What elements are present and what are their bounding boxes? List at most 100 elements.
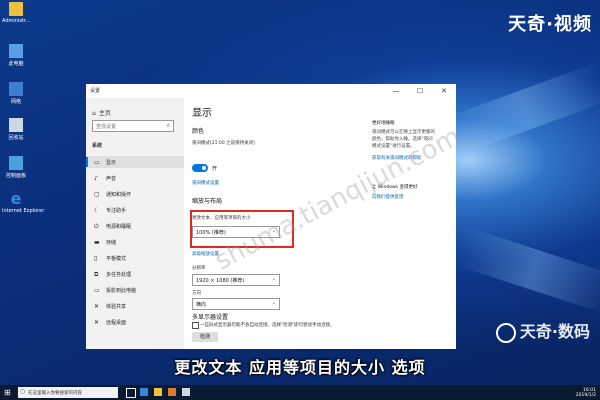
- taskbar-search-input[interactable]: ○ 在这里输入你要搜索的内容: [18, 387, 118, 398]
- brand-logo-bottom: 天奇·数码: [495, 318, 590, 343]
- sidebar-item-label: 专注助手: [106, 208, 127, 214]
- search-icon: ⌕: [166, 122, 170, 129]
- sidebar-item-multitasking[interactable]: ⧉ 多任务处理: [86, 268, 184, 280]
- sidebar-section-title: 系统: [92, 143, 103, 149]
- desktop-icon-administrator[interactable]: Administr...: [2, 2, 30, 24]
- storage-icon: ▬: [94, 239, 100, 246]
- sleep-tip-title: 更好地睡眠: [372, 121, 395, 126]
- display-icon: ▭: [94, 159, 100, 166]
- brand-logo-label: 天奇·数码: [519, 322, 590, 341]
- sidebar-item-focus-assist[interactable]: ☾ 专注助手: [86, 204, 184, 216]
- sidebar-item-label: 声音: [106, 176, 117, 182]
- search-icon: ○: [20, 388, 26, 395]
- home-icon: ⌂: [92, 110, 96, 117]
- system-tray[interactable]: 16:01 2019/1/2: [576, 388, 596, 398]
- taskbar-search-placeholder: 在这里输入你要搜索的内容: [28, 391, 82, 396]
- file-explorer-icon[interactable]: [154, 388, 162, 396]
- windows-start-icon[interactable]: ⊞: [4, 388, 11, 397]
- tablet-mode-icon: ▯: [94, 255, 98, 262]
- settings-sidebar: ⌂ 主页 查找设置 ⌕ 系统 ▭ 显示 ♪ 声音 ▢ 通知和操作 ☾ 专注助手 ⏻ 电源和睡…: [86, 98, 184, 349]
- notifications-icon: ▢: [94, 191, 100, 198]
- sidebar-item-remote-desktop[interactable]: ✕ 远程桌面: [86, 316, 184, 328]
- orientation-label: 方向: [192, 291, 201, 296]
- sidebar-item-sound[interactable]: ♪ 声音: [86, 172, 184, 184]
- focus-assist-icon: ☾: [94, 207, 100, 214]
- window-title: 设置: [90, 88, 101, 94]
- brand-logo-top: 天奇·视频: [508, 14, 592, 35]
- desktop-icon-network[interactable]: 网络: [2, 82, 30, 105]
- scale-heading: 缩放与布局: [192, 198, 223, 205]
- search-input[interactable]: 查找设置 ⌕: [92, 120, 174, 132]
- desktop-icon-label: 控制面板: [5, 173, 26, 179]
- sound-icon: ♪: [94, 175, 98, 182]
- multi-display-heading: 多显示器设置: [192, 314, 229, 321]
- desktop-icon-label: 网络: [10, 99, 21, 105]
- multitasking-icon: ⧉: [94, 271, 99, 278]
- page-title: 显示: [192, 108, 212, 119]
- desktop-icon-label: 回收站: [8, 135, 24, 141]
- close-button[interactable]: ✕: [432, 84, 456, 98]
- project-icon: ▭: [94, 287, 100, 294]
- this-pc-icon: [9, 44, 23, 58]
- night-light-toggle[interactable]: [192, 164, 208, 172]
- administrator-folder-icon: [9, 2, 23, 16]
- home-link[interactable]: ⌂ 主页: [92, 108, 111, 117]
- network-icon: [9, 82, 23, 96]
- control-panel-icon: [9, 156, 23, 170]
- home-label: 主页: [98, 110, 111, 117]
- sidebar-item-label: 平板模式: [106, 256, 127, 262]
- night-light-text: 夜间模式(21:00 之前保持关闭): [192, 141, 255, 146]
- resolution-label: 分辨率: [192, 266, 206, 271]
- resolution-dropdown[interactable]: 1920 × 1080 (推荐) ⌄: [192, 274, 280, 286]
- sidebar-item-storage[interactable]: ▬ 存储: [86, 236, 184, 248]
- sidebar-item-tablet-mode[interactable]: ▯ 平板模式: [86, 252, 184, 264]
- brand-logo-icon: [495, 322, 516, 343]
- desktop-icon-recycle-bin[interactable]: 回收站: [2, 118, 30, 141]
- search-placeholder: 查找设置: [96, 124, 117, 130]
- sidebar-item-label: 多任务处理: [106, 272, 132, 278]
- remote-desktop-icon: ✕: [94, 319, 100, 326]
- desktop-icon-this-pc[interactable]: 此电脑: [2, 44, 30, 67]
- orientation-dropdown[interactable]: 横向 ⌄: [192, 298, 280, 310]
- desktop-icon-ie[interactable]: e Internet Explorer: [2, 189, 45, 215]
- detect-button[interactable]: 检测: [192, 332, 218, 342]
- sidebar-item-notifications[interactable]: ▢ 通知和操作: [86, 188, 184, 200]
- sidebar-item-label: 通知和操作: [106, 192, 132, 198]
- title-bar: 设置 — ☐ ✕: [86, 84, 456, 98]
- desktop-icon-label: Administr...: [2, 18, 31, 24]
- task-view-icon[interactable]: [126, 388, 136, 398]
- minimize-button[interactable]: —: [384, 84, 408, 98]
- desktop-icon-label: 此电脑: [8, 61, 24, 67]
- shared-experiences-icon: ✕: [94, 303, 100, 310]
- sidebar-item-label: 体验共享: [106, 304, 127, 310]
- recycle-bin-icon: [9, 118, 23, 132]
- chevron-down-icon: ⌄: [271, 300, 276, 306]
- sidebar-item-label: 存储: [106, 240, 117, 246]
- app-taskbar-icon[interactable]: [168, 388, 176, 396]
- night-light-settings-link[interactable]: 夜间模式设置: [192, 180, 219, 186]
- desktop-icon-label: Internet Explorer: [2, 208, 45, 214]
- taskbar: ⊞ ○ 在这里输入你要搜索的内容 16:01 2019/1/2: [0, 385, 600, 400]
- sidebar-item-label: 远程桌面: [106, 320, 127, 326]
- tray-date: 2019/1/2: [575, 393, 596, 398]
- ie-taskbar-icon[interactable]: [140, 388, 148, 396]
- orientation-value: 横向: [196, 302, 207, 308]
- subtitle-caption: 更改文本 应用等项目的大小 选项: [174, 358, 426, 377]
- multi-display-checkbox[interactable]: [192, 322, 199, 329]
- light-beam: [452, 226, 600, 314]
- settings-taskbar-icon[interactable]: [182, 388, 190, 396]
- sidebar-item-display[interactable]: ▭ 显示: [86, 156, 184, 168]
- scale-label: 更改文本、应用等项目的大小: [192, 216, 251, 221]
- sidebar-item-project[interactable]: ▭ 投影到此电脑: [86, 284, 184, 296]
- sidebar-item-power[interactable]: ⏻ 电源和睡眠: [86, 220, 184, 232]
- sidebar-item-shared[interactable]: ✕ 体验共享: [86, 300, 184, 312]
- sidebar-item-label: 投影到此电脑: [106, 288, 137, 294]
- maximize-button[interactable]: ☐: [408, 84, 432, 98]
- power-icon: ⏻: [94, 223, 99, 230]
- sidebar-item-label: 显示: [106, 160, 117, 166]
- ie-icon: e: [10, 189, 22, 208]
- chevron-down-icon: ⌄: [271, 276, 276, 282]
- scale-value: 100% (推荐): [196, 230, 226, 236]
- sidebar-item-label: 电源和睡眠: [106, 224, 132, 230]
- desktop-icon-control-panel[interactable]: 控制面板: [2, 156, 30, 179]
